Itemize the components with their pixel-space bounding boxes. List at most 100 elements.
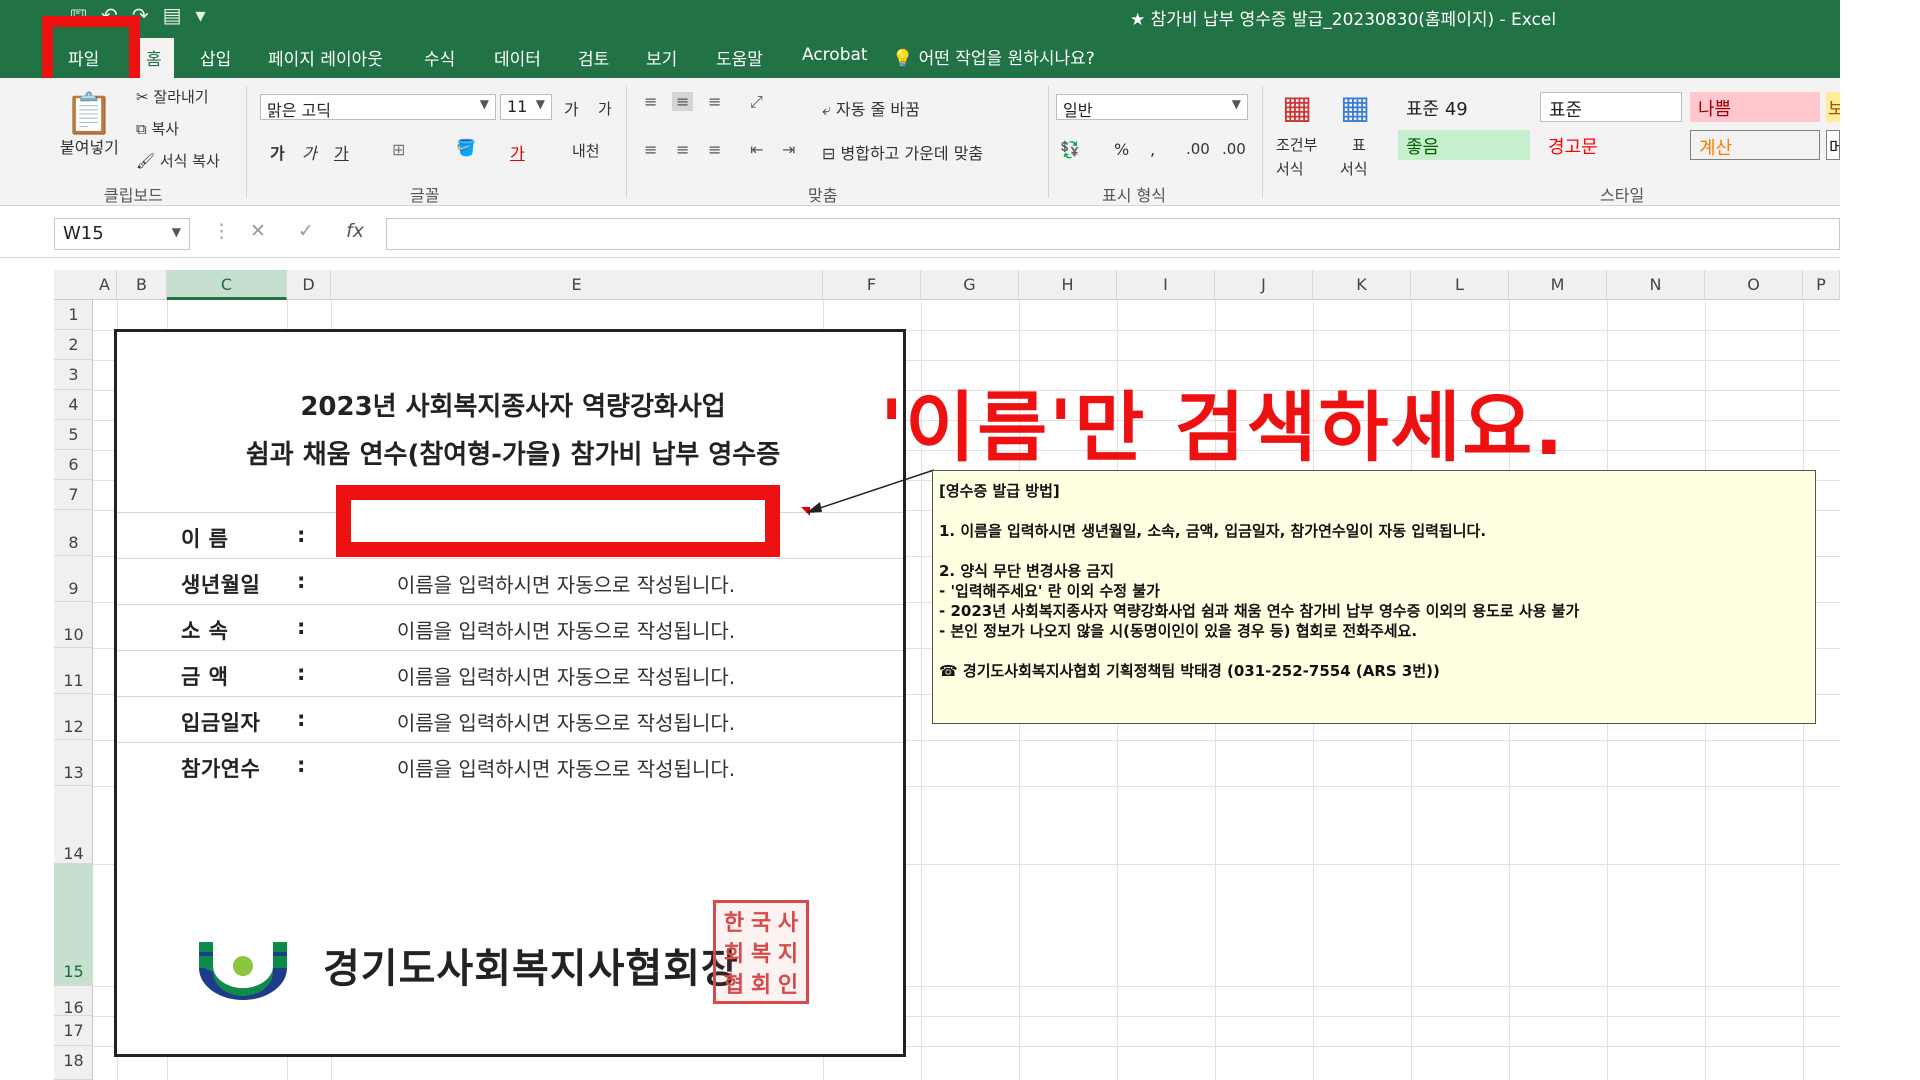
- tab-insert[interactable]: 삽입: [200, 45, 231, 70]
- column-header-n[interactable]: N: [1607, 270, 1705, 300]
- seal-char: 협: [723, 972, 745, 998]
- cancel-icon[interactable]: ✕: [250, 220, 266, 242]
- copy-button[interactable]: ⧉ 복사: [136, 118, 179, 139]
- style-good[interactable]: 좋음: [1398, 130, 1530, 160]
- row-header-12[interactable]: 12: [54, 694, 93, 740]
- row-header-18[interactable]: 18: [54, 1046, 93, 1080]
- underline-button[interactable]: 가: [334, 140, 349, 164]
- currency-icon[interactable]: 💱: [1060, 140, 1080, 159]
- tab-help[interactable]: 도움말: [716, 45, 763, 70]
- row-header-2[interactable]: 2: [54, 330, 93, 360]
- increase-decimal-button[interactable]: .00: [1186, 140, 1210, 158]
- row-header-15[interactable]: 15: [54, 864, 93, 986]
- increase-indent-icon[interactable]: ⇥: [782, 140, 795, 159]
- align-right-icon[interactable]: ≡: [708, 140, 721, 159]
- decrease-indent-icon[interactable]: ⇤: [750, 140, 763, 159]
- font-color-button[interactable]: 가: [510, 140, 525, 164]
- column-header-l[interactable]: L: [1411, 270, 1509, 300]
- column-header-m[interactable]: M: [1509, 270, 1607, 300]
- formula-input[interactable]: [386, 218, 1840, 250]
- align-left-icon[interactable]: ≡: [644, 140, 657, 159]
- column-header-g[interactable]: G: [921, 270, 1019, 300]
- name-input[interactable]: [336, 485, 780, 557]
- row-header-10[interactable]: 10: [54, 602, 93, 648]
- italic-button[interactable]: 가: [302, 140, 317, 164]
- row-header-14[interactable]: 14: [54, 786, 93, 864]
- align-middle-icon[interactable]: ≡: [672, 92, 694, 111]
- conditional-formatting-icon[interactable]: ▦: [1282, 88, 1312, 126]
- column-header-i[interactable]: I: [1117, 270, 1215, 300]
- fill-color-icon[interactable]: 🪣: [456, 138, 476, 157]
- orientation-icon[interactable]: ⤢: [750, 92, 763, 112]
- name-box[interactable]: W15 ▼: [54, 218, 190, 250]
- row-header-11[interactable]: 11: [54, 648, 93, 694]
- align-bottom-icon[interactable]: ≡: [708, 92, 721, 111]
- row-header-17[interactable]: 17: [54, 1016, 93, 1046]
- bold-button[interactable]: 가: [270, 140, 285, 164]
- column-header-p[interactable]: P: [1803, 270, 1840, 300]
- paste-icon[interactable]: 📋: [64, 90, 114, 137]
- tell-me-search[interactable]: 💡 어떤 작업을 원하시나요?: [892, 44, 1095, 69]
- format-as-table-icon[interactable]: ▦: [1340, 88, 1370, 126]
- phonetic-button[interactable]: 내천: [572, 140, 600, 161]
- style-normal-49[interactable]: 표준 49: [1398, 92, 1530, 122]
- tab-formulas[interactable]: 수식: [424, 45, 455, 70]
- column-header-f[interactable]: F: [823, 270, 921, 300]
- row-header-7[interactable]: 7: [54, 480, 93, 510]
- style-bad[interactable]: 나쁨: [1690, 92, 1820, 122]
- column-header-b[interactable]: B: [117, 270, 167, 300]
- format-as-table-button[interactable]: 표: [1352, 134, 1366, 155]
- comma-button[interactable]: ,: [1150, 140, 1155, 159]
- align-center-icon[interactable]: ≡: [676, 140, 689, 159]
- enter-icon[interactable]: ✓: [298, 220, 314, 242]
- font-size-select[interactable]: 11 ▼: [500, 94, 552, 120]
- paste-button[interactable]: 붙여넣기: [60, 134, 119, 158]
- cut-button[interactable]: ✂ 잘라내기: [136, 86, 209, 107]
- row-header-5[interactable]: 5: [54, 420, 93, 450]
- font-name-select[interactable]: 맑은 고딕 ▼: [260, 94, 496, 120]
- note-heading: [영수증 발급 방법]: [939, 482, 1060, 500]
- row-header-1[interactable]: 1: [54, 300, 93, 330]
- decrease-decimal-button[interactable]: .00: [1222, 140, 1246, 158]
- grow-font-button[interactable]: 가: [564, 96, 579, 120]
- row-header-16[interactable]: 16: [54, 986, 93, 1017]
- column-header-a[interactable]: A: [93, 270, 117, 300]
- style-neutral[interactable]: 보: [1826, 92, 1840, 122]
- row-header-9[interactable]: 9: [54, 556, 93, 602]
- style-warning[interactable]: 경고문: [1540, 130, 1682, 160]
- seal-char: 국: [750, 910, 772, 936]
- number-format-select[interactable]: 일반 ▼: [1056, 94, 1248, 120]
- tab-page-layout[interactable]: 페이지 레이아웃: [268, 45, 383, 70]
- conditional-formatting-button[interactable]: 조건부: [1276, 134, 1317, 155]
- tab-acrobat[interactable]: Acrobat: [802, 45, 868, 65]
- tab-data[interactable]: 데이터: [494, 45, 541, 70]
- column-header-c[interactable]: C: [167, 270, 287, 300]
- style-memo[interactable]: 메: [1826, 130, 1840, 160]
- merge-center-button[interactable]: ⊟ 병합하고 가운데 맞춤: [822, 140, 983, 164]
- column-header-d[interactable]: D: [287, 270, 331, 300]
- column-header-j[interactable]: J: [1215, 270, 1313, 300]
- align-top-icon[interactable]: ≡: [644, 92, 657, 111]
- receipt-title-line2: 쉼과 채움 연수(참여형-가을) 참가비 납부 영수증: [245, 440, 781, 470]
- column-header-e[interactable]: E: [331, 270, 823, 300]
- tab-view[interactable]: 보기: [646, 45, 677, 70]
- row-header-4[interactable]: 4: [54, 390, 93, 420]
- row-header-6[interactable]: 6: [54, 450, 93, 480]
- row-header-13[interactable]: 13: [54, 740, 93, 786]
- percent-button[interactable]: %: [1114, 140, 1129, 159]
- separator: [1262, 86, 1263, 198]
- format-painter-button[interactable]: 🖌 서식 복사: [136, 150, 220, 171]
- wrap-text-button[interactable]: ⤶ 자동 줄 바꿈: [822, 96, 920, 120]
- tab-review[interactable]: 검토: [578, 45, 609, 70]
- shrink-font-button[interactable]: 가: [598, 98, 612, 119]
- style-normal[interactable]: 표준: [1540, 92, 1682, 122]
- row-header-8[interactable]: 8: [54, 510, 93, 556]
- column-header-h[interactable]: H: [1019, 270, 1117, 300]
- column-header-k[interactable]: K: [1313, 270, 1411, 300]
- insert-function-icon[interactable]: fx: [346, 220, 364, 242]
- borders-icon[interactable]: ⊞: [392, 140, 405, 159]
- style-calculation[interactable]: 계산: [1690, 130, 1820, 160]
- row-header-3[interactable]: 3: [54, 360, 93, 390]
- column-header-o[interactable]: O: [1705, 270, 1803, 300]
- search-instruction-headline: '이름'만 검색하세요.: [880, 383, 1566, 472]
